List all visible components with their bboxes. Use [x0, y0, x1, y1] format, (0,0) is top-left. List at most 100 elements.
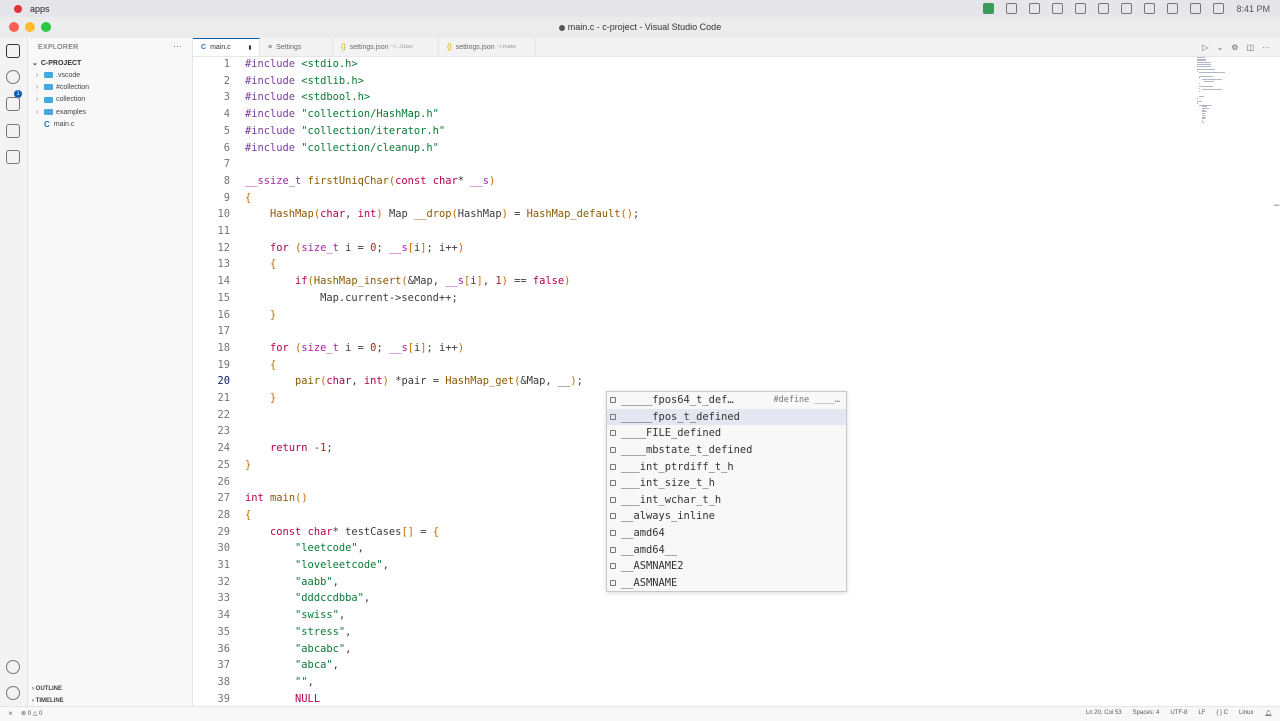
suggestion-item[interactable]: __amd64__ [607, 541, 846, 558]
outline-section[interactable]: › OUTLINE [32, 686, 62, 692]
search-icon[interactable] [6, 70, 20, 84]
code-editor[interactable]: 1#include <stdio.h>2#include <stdlib.h>3… [193, 57, 1280, 706]
platform[interactable]: Linux [1239, 710, 1253, 717]
run-debug-icon[interactable] [6, 124, 20, 138]
camera-icon[interactable] [1006, 3, 1017, 14]
split-editor-icon[interactable]: ◫ [1246, 43, 1254, 52]
suggestion-item[interactable]: ___int_wchar_t_h [607, 492, 846, 509]
chart-icon[interactable] [1052, 3, 1063, 14]
language-mode[interactable]: { } C [1216, 710, 1228, 717]
suggestion-item[interactable]: __ASMNAME2 [607, 558, 846, 575]
battery-icon[interactable] [1213, 3, 1224, 14]
source-control-icon[interactable] [6, 97, 20, 111]
notifications-bell-icon[interactable]: 🔔︎ [1264, 710, 1272, 717]
code-line[interactable]: 9{ [193, 192, 1193, 209]
problems-indicator[interactable]: ⊗ 0 △ 0 [21, 710, 42, 717]
code-line[interactable]: 14 if(HashMap_insert(&Map, __s[i], 1) ==… [193, 275, 1193, 292]
cursor-position[interactable]: Ln 20, Col 53 [1086, 710, 1122, 717]
code-line[interactable]: 33 "dddccdbba", [193, 592, 1193, 609]
remote-icon[interactable]: ⨯ [8, 710, 13, 717]
minimap[interactable] [1197, 57, 1227, 127]
end-of-line[interactable]: LF [1198, 710, 1205, 717]
suggestion-item[interactable]: ____FILE_defined [607, 425, 846, 442]
code-line[interactable]: 11 [193, 225, 1193, 242]
encoding[interactable]: UTF-8 [1170, 710, 1187, 717]
code-line[interactable]: 4#include "collection/HashMap.h" [193, 108, 1193, 125]
tree-folder-examples[interactable]: ›examples [28, 106, 192, 118]
code-line[interactable]: 19 { [193, 359, 1193, 376]
code-line[interactable]: 20 pair(char, int) *pair = HashMap_get(&… [193, 375, 1193, 392]
tab-main-c[interactable]: Cmain.c [193, 38, 260, 56]
code-line[interactable]: 36 "abcabc", [193, 643, 1193, 660]
code-line[interactable]: 16 } [193, 309, 1193, 326]
indentation[interactable]: Spaces: 4 [1133, 710, 1160, 717]
code-line[interactable]: 13 { [193, 258, 1193, 275]
extensions-icon[interactable] [6, 150, 20, 164]
tab-settings-json-user[interactable]: {}settings.json~/.../User [333, 38, 439, 56]
line-number: 3 [193, 91, 230, 103]
project-root[interactable]: ⌄C-PROJECT [32, 59, 81, 67]
pen-icon[interactable] [1029, 3, 1040, 14]
tree-folder-vscode[interactable]: ›.vscode [28, 69, 192, 81]
macro-icon [610, 563, 616, 569]
lock-icon[interactable] [1121, 3, 1132, 14]
code-line[interactable]: 8__ssize_t firstUniqChar(const char* __s… [193, 175, 1193, 192]
clock[interactable]: 8:41 PM [1236, 4, 1270, 14]
code-line[interactable]: 3#include <stdbool.h> [193, 91, 1193, 108]
settings-icon: ≡ [268, 44, 272, 51]
code-line[interactable]: 15 Map.current->second++; [193, 292, 1193, 309]
window-icon[interactable] [1190, 3, 1201, 14]
apps-menu[interactable]: apps [30, 4, 50, 14]
tree-folder-hash-collection[interactable]: ›#collection [28, 81, 192, 93]
code-line[interactable]: 35 "stress", [193, 626, 1193, 643]
minimap-line [1197, 69, 1215, 70]
unsaved-dot-icon[interactable] [249, 45, 251, 50]
code-line[interactable]: 6#include "collection/cleanup.h" [193, 142, 1193, 159]
line-code: #include <stdio.h> [245, 58, 358, 70]
tab-settings[interactable]: ≡Settings [260, 38, 333, 56]
status-indicator-icon[interactable] [983, 3, 994, 14]
code-line[interactable]: 10 HashMap(char, int) Map __drop(HashMap… [193, 208, 1193, 225]
code-line[interactable]: 7 [193, 158, 1193, 175]
chevron-down-icon[interactable]: ⌄ [1217, 43, 1224, 52]
apple-menu-icon[interactable] [14, 5, 22, 13]
code-line[interactable]: 12 for (size_t i = 0; __s[i]; i++) [193, 242, 1193, 259]
code-line[interactable]: 38 "", [193, 676, 1193, 693]
account-icon[interactable] [6, 660, 20, 674]
suggestion-label: __amd64 [621, 527, 665, 539]
tab-label: main.c [210, 44, 231, 51]
tree-file-main-c[interactable]: Cmain.c [28, 118, 192, 130]
suggestion-item[interactable]: __ASMNAME [607, 575, 846, 592]
more-actions-icon[interactable]: ··· [173, 41, 182, 51]
run-icon[interactable]: ▷ [1202, 43, 1208, 52]
explorer-icon[interactable] [6, 44, 20, 58]
more-actions-icon[interactable]: ··· [1262, 43, 1270, 52]
suggestion-item[interactable]: __always_inline [607, 508, 846, 525]
line-number: 25 [193, 459, 230, 471]
code-line[interactable]: 18 for (size_t i = 0; __s[i]; i++) [193, 342, 1193, 359]
line-code: "leetcode", [245, 542, 364, 554]
suggestion-item[interactable]: _____fpos64_t_def…#define ____… [607, 392, 846, 409]
timeline-section[interactable]: › TIMELINE [32, 698, 64, 704]
code-line[interactable]: 2#include <stdlib.h> [193, 75, 1193, 92]
check-icon[interactable] [1075, 3, 1086, 14]
code-line[interactable]: 37 "abca", [193, 659, 1193, 676]
code-line[interactable]: 5#include "collection/iterator.h" [193, 125, 1193, 142]
suggestion-item[interactable]: _____fpos_t_defined [607, 409, 846, 426]
settings-gear-icon[interactable]: ⚙ [1231, 43, 1238, 52]
suggestion-item[interactable]: ___int_size_t_h [607, 475, 846, 492]
macro-icon [610, 397, 616, 403]
code-line[interactable]: 1#include <stdio.h> [193, 58, 1193, 75]
wifi-icon[interactable] [1144, 3, 1155, 14]
line-code: #include <stdlib.h> [245, 75, 364, 87]
code-line[interactable]: 17 [193, 325, 1193, 342]
suggestion-item[interactable]: ___int_ptrdiff_t_h [607, 458, 846, 475]
settings-gear-icon[interactable] [6, 686, 20, 700]
tree-folder-collection[interactable]: ›collection [28, 94, 192, 106]
display-icon[interactable] [1098, 3, 1109, 14]
code-line[interactable]: 34 "swiss", [193, 609, 1193, 626]
suggestion-item[interactable]: __amd64 [607, 525, 846, 542]
music-icon[interactable] [1167, 3, 1178, 14]
suggestion-item[interactable]: ____mbstate_t_defined [607, 442, 846, 459]
tab-settings-json-make[interactable]: {}settings.json~/.make [439, 38, 536, 56]
